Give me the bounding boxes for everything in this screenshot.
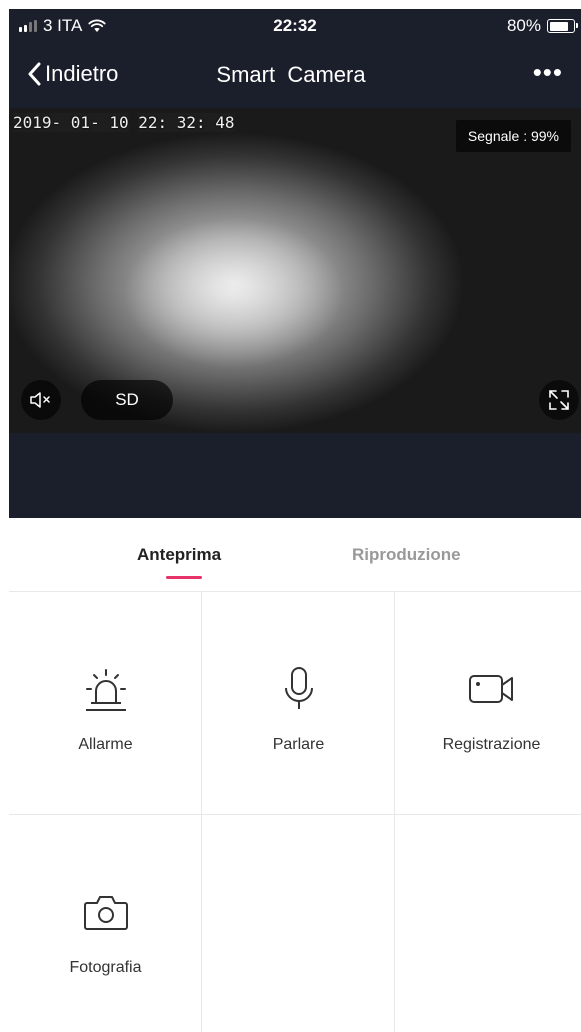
- status-bar: 3 ITA 22:32 80%: [9, 9, 581, 47]
- speaker-muted-icon: [30, 392, 50, 408]
- active-tab-indicator: [166, 576, 202, 579]
- microphone-icon: [279, 664, 319, 714]
- record-button[interactable]: Registrazione: [395, 592, 581, 814]
- talk-button[interactable]: Parlare: [202, 592, 395, 814]
- alarm-label: Allarme: [78, 736, 133, 753]
- app-screen: 3 ITA 22:32 80% Indietro Smart Camera ••…: [9, 9, 581, 1032]
- camera-date: 2019- 01- 10: [13, 113, 129, 132]
- view-tabs: Anteprima Riproduzione: [9, 518, 581, 592]
- tab-playback[interactable]: Riproduzione: [352, 545, 461, 565]
- fullscreen-icon: [549, 390, 569, 410]
- battery-icon: [547, 19, 578, 33]
- battery-fill: [549, 21, 568, 31]
- photo-button[interactable]: Fotografia: [9, 815, 202, 1032]
- alarm-button[interactable]: Allarme: [9, 592, 202, 814]
- status-time: 22:32: [273, 16, 317, 35]
- fullscreen-button[interactable]: [539, 380, 579, 420]
- camera-icon: [80, 887, 132, 937]
- navigation-bar: Indietro Smart Camera •••: [9, 47, 581, 107]
- signal-strength-badge: Segnale : 99%: [455, 120, 571, 152]
- more-options-button[interactable]: •••: [533, 57, 563, 88]
- battery-percent: 80%: [506, 16, 541, 35]
- page-title: Smart Camera: [216, 62, 366, 87]
- record-label: Registrazione: [442, 736, 541, 753]
- alarm-icon: [80, 664, 132, 714]
- camera-timestamp: 2019- 01- 10 22: 32: 48: [13, 113, 235, 132]
- camera-live-view[interactable]: 2019- 01- 10 22: 32: 48 Segnale : 99% SD: [9, 108, 581, 433]
- quality-sd-button[interactable]: SD: [81, 380, 173, 420]
- status-right: 80%: [506, 16, 578, 36]
- talk-label: Parlare: [272, 736, 325, 753]
- camera-clock: 22: 32: 48: [138, 113, 235, 132]
- tab-preview[interactable]: Anteprima: [137, 545, 221, 565]
- video-camera-icon: [466, 664, 518, 714]
- photo-label: Fotografia: [69, 959, 142, 976]
- mute-button[interactable]: [21, 380, 61, 420]
- action-grid: Allarme Parlare Registrazione Fotografia: [9, 592, 581, 1032]
